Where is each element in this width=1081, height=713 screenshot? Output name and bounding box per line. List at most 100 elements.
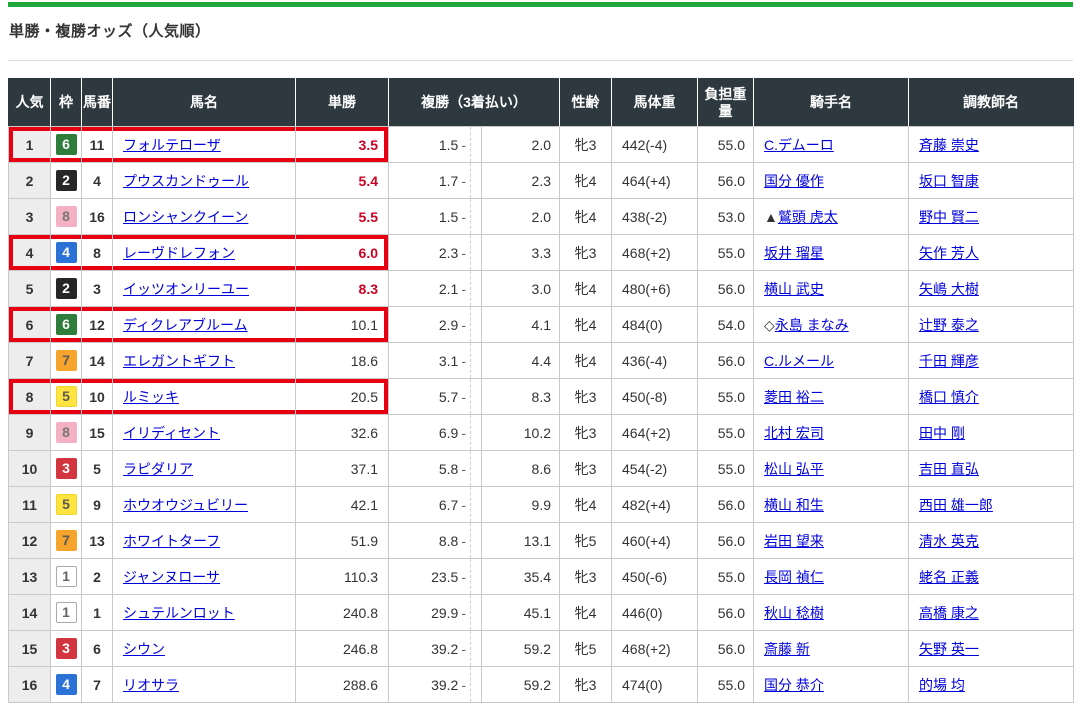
horse-name-cell: ロンシャンクイーン (113, 199, 296, 235)
place-odds-high-cell: 59.2 (482, 631, 560, 667)
frame-cell: 2 (51, 163, 82, 199)
load-weight-cell: 55.0 (698, 127, 754, 163)
place-odds-separator: - (458, 677, 466, 693)
rank-cell: 14 (9, 595, 51, 631)
rank-cell: 13 (9, 559, 51, 595)
jockey-link[interactable]: 永島 まなみ (775, 317, 849, 333)
trainer-cell: 田中 剛 (909, 415, 1074, 451)
sex-age-cell: 牝3 (560, 235, 612, 271)
horse-name-link[interactable]: ホワイトターフ (123, 533, 220, 549)
load-weight-cell: 55.0 (698, 559, 754, 595)
rank-cell: 4 (9, 235, 51, 271)
horse-name-link[interactable]: ホウオウジュビリー (123, 497, 248, 513)
horse-weight-cell: 446(0) (612, 595, 698, 631)
trainer-cell: 的場 均 (909, 667, 1074, 703)
trainer-link[interactable]: 矢作 芳人 (919, 245, 979, 261)
table-row: 11 5 9 ホウオウジュビリー 42.1 6.7- 9.9 牝4 482(+4… (9, 487, 1074, 523)
frame-number-badge: 2 (56, 278, 77, 299)
horse-weight-cell: 484(0) (612, 307, 698, 343)
jockey-link[interactable]: 菱田 裕二 (764, 389, 824, 405)
sex-age-cell: 牝3 (560, 127, 612, 163)
place-odds-divider (471, 523, 482, 559)
horse-name-link[interactable]: シウン (123, 641, 165, 657)
trainer-link[interactable]: 矢野 英一 (919, 641, 979, 657)
trainer-link[interactable]: 坂口 智康 (919, 173, 979, 189)
jockey-link[interactable]: 国分 優作 (764, 173, 824, 189)
horse-name-link[interactable]: リオサラ (123, 677, 179, 693)
jockey-link[interactable]: 松山 弘平 (764, 461, 824, 477)
jockey-link[interactable]: C.ルメール (764, 353, 834, 369)
horse-name-link[interactable]: ロンシャンクイーン (123, 209, 248, 225)
place-odds-separator: - (458, 317, 466, 333)
trainer-link[interactable]: 清水 英克 (919, 533, 979, 549)
horse-number-cell: 10 (82, 379, 113, 415)
horse-name-link[interactable]: エレガントギフト (123, 353, 235, 369)
place-odds-high-cell: 4.4 (482, 343, 560, 379)
load-weight-cell: 56.0 (698, 631, 754, 667)
jockey-link[interactable]: 秋山 稔樹 (764, 605, 824, 621)
jockey-link[interactable]: 長岡 禎仁 (764, 569, 824, 585)
place-odds-low: 2.3 (439, 245, 458, 261)
horse-name-cell: フォルテローザ (113, 127, 296, 163)
trainer-link[interactable]: 蛯名 正義 (919, 569, 979, 585)
horse-name-link[interactable]: ディクレアブルーム (123, 317, 248, 333)
trainer-link[interactable]: 橋口 慎介 (919, 389, 979, 405)
horse-name-cell: エレガントギフト (113, 343, 296, 379)
trainer-link[interactable]: 高橋 康之 (919, 605, 979, 621)
rank-cell: 2 (9, 163, 51, 199)
jockey-link[interactable]: 坂井 瑠星 (764, 245, 824, 261)
place-odds-separator: - (458, 209, 466, 225)
frame-cell: 3 (51, 451, 82, 487)
frame-cell: 5 (51, 487, 82, 523)
place-odds-low: 2.1 (439, 281, 458, 297)
horse-name-link[interactable]: ルミッキ (123, 389, 179, 405)
jockey-link[interactable]: 岩田 望来 (764, 533, 824, 549)
horse-weight-cell: 450(-8) (612, 379, 698, 415)
trainer-link[interactable]: 的場 均 (919, 677, 965, 693)
jockey-link[interactable]: 鷲頭 虎太 (778, 209, 838, 225)
trainer-link[interactable]: 辻野 泰之 (919, 317, 979, 333)
trainer-link[interactable]: 千田 輝彦 (919, 353, 979, 369)
place-odds-divider (471, 559, 482, 595)
trainer-link[interactable]: 斉藤 崇史 (919, 137, 979, 153)
horse-number-cell: 3 (82, 271, 113, 307)
horse-name-link[interactable]: ジャンヌローサ (123, 569, 220, 585)
col-header-place: 複勝（3着払い） (389, 79, 560, 127)
jockey-cell: 横山 和生 (754, 487, 909, 523)
horse-name-link[interactable]: ラピダリア (123, 461, 193, 477)
place-odds-divider (471, 631, 482, 667)
trainer-link[interactable]: 吉田 直弘 (919, 461, 979, 477)
horse-name-cell: ホワイトターフ (113, 523, 296, 559)
sex-age-cell: 牝4 (560, 199, 612, 235)
trainer-link[interactable]: 野中 賢二 (919, 209, 979, 225)
frame-cell: 6 (51, 307, 82, 343)
place-odds-separator: - (458, 353, 466, 369)
jockey-mark: ▲ (764, 209, 778, 225)
table-row: 5 2 3 イッツオンリーユー 8.3 2.1- 3.0 牝4 480(+6) … (9, 271, 1074, 307)
trainer-link[interactable]: 矢嶋 大樹 (919, 281, 979, 297)
horse-name-link[interactable]: イッツオンリーユー (123, 281, 249, 297)
place-odds-low: 1.5 (439, 137, 458, 153)
jockey-link[interactable]: C.デムーロ (764, 137, 834, 153)
win-odds-cell: 51.9 (296, 523, 389, 559)
trainer-link[interactable]: 田中 剛 (919, 425, 965, 441)
jockey-link[interactable]: 横山 武史 (764, 281, 824, 297)
sex-age-cell: 牝3 (560, 559, 612, 595)
horse-number-cell: 7 (82, 667, 113, 703)
horse-name-link[interactable]: プウスカンドゥール (123, 173, 249, 189)
horse-name-link[interactable]: フォルテローザ (123, 137, 221, 153)
horse-name-link[interactable]: イリディセント (123, 425, 220, 441)
horse-name-cell: ディクレアブルーム (113, 307, 296, 343)
jockey-link[interactable]: 斎藤 新 (764, 641, 810, 657)
win-odds-cell: 110.3 (296, 559, 389, 595)
place-odds-high-cell: 8.3 (482, 379, 560, 415)
trainer-link[interactable]: 西田 雄一郎 (919, 497, 993, 513)
jockey-link[interactable]: 国分 恭介 (764, 677, 824, 693)
jockey-link[interactable]: 横山 和生 (764, 497, 824, 513)
sex-age-cell: 牝3 (560, 667, 612, 703)
jockey-link[interactable]: 北村 宏司 (764, 425, 824, 441)
win-odds-cell: 8.3 (296, 271, 389, 307)
horse-name-link[interactable]: シュテルンロット (123, 605, 235, 621)
horse-name-cell: シウン (113, 631, 296, 667)
horse-name-link[interactable]: レーヴドレフォン (123, 245, 235, 261)
